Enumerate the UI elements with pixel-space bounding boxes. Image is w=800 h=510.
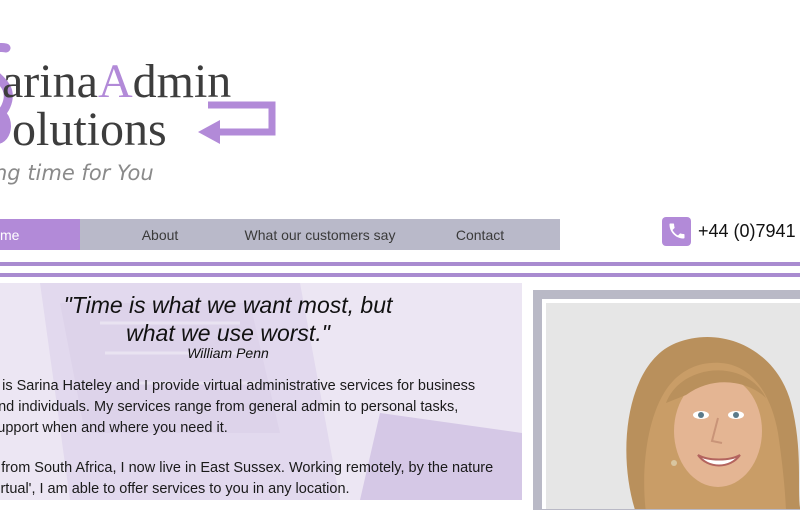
nav-item-about-label: About [141, 227, 179, 243]
nav-item-contact[interactable]: Contact [440, 219, 520, 250]
quote-line-2: what we use worst." [126, 320, 330, 346]
logo-text-arina: arina [2, 55, 98, 108]
nav-item-home[interactable]: me [0, 219, 80, 250]
nav-item-customers-label: What our customers say [244, 227, 396, 243]
nav-item-contact-label: Contact [455, 227, 505, 243]
logo-text-solutions: olutions [12, 103, 167, 156]
intro-paragraph-1: e is Sarina Hateley and I provide virtua… [0, 376, 518, 439]
nav-item-about[interactable]: About [120, 219, 200, 250]
logo-o-icon [0, 108, 11, 144]
quote-line-1: "Time is what we want most, but [63, 292, 393, 318]
quote-text: "Time is what we want most, but what we … [0, 291, 456, 347]
intro-paragraph-2: y from South Africa, I now live in East … [0, 458, 518, 500]
intro-p1-line-3: support when and where you need it. [0, 420, 228, 436]
profile-photo [546, 303, 800, 509]
nav-item-customers[interactable]: What our customers say [230, 219, 410, 250]
main-nav: me About What our customers say Contact [0, 219, 560, 250]
logo-tagline: ng time for You [0, 161, 154, 185]
intro-p2-line-1: y from South Africa, I now live in East … [0, 460, 494, 476]
logo-text-a: A [98, 55, 133, 108]
quote-author: William Penn [187, 345, 269, 361]
phone-icon [662, 216, 691, 246]
site-logo[interactable]: arinaAdmin olutions ng time for You [0, 40, 288, 200]
nav-item-home-label: me [0, 227, 20, 243]
phone-number[interactable]: +44 (0)7941 [698, 221, 796, 242]
phone-contact[interactable]: +44 (0)7941 [662, 216, 796, 246]
intro-p1-line-1: e is Sarina Hateley and I provide virtua… [0, 378, 476, 394]
intro-p2-line-2: virtual', I am able to offer services to… [0, 481, 350, 497]
intro-panel: "Time is what we want most, but what we … [0, 283, 522, 500]
intro-p1-line-2: and individuals. My services range from … [0, 399, 459, 415]
divider-rule-top [0, 262, 800, 266]
profile-photo-border [542, 299, 800, 509]
logo-text-dmin: dmin [133, 55, 232, 108]
divider-rule-bottom [0, 273, 800, 277]
profile-photo-frame [533, 290, 800, 510]
svg-text:arinaAdmin: arinaAdmin [2, 55, 231, 108]
